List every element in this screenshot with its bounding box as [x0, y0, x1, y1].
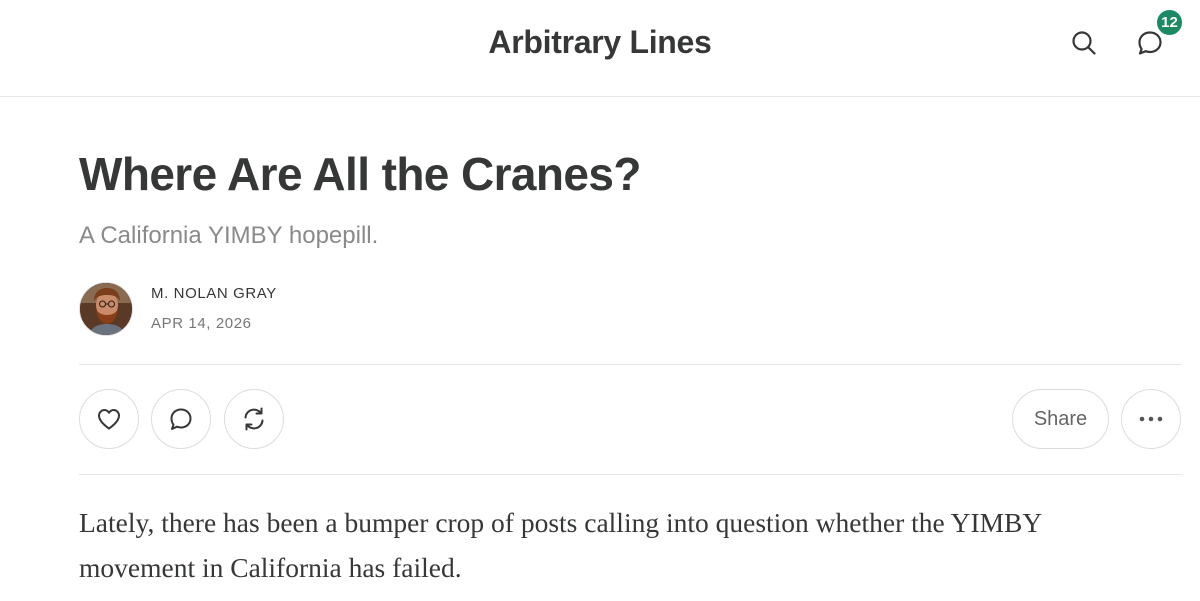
more-options-button[interactable] — [1121, 389, 1181, 449]
comment-button[interactable] — [151, 389, 211, 449]
post-subtitle: A California YIMBY hopepill. — [79, 222, 379, 249]
ellipsis-icon — [1139, 416, 1163, 422]
post-title: Where Are All the Cranes? — [79, 148, 641, 200]
author-photo — [80, 283, 132, 335]
post-body-paragraph: Lately, there has been a bumper crop of … — [79, 507, 1042, 583]
like-button[interactable] — [79, 389, 139, 449]
search-icon — [1072, 31, 1096, 55]
site-title[interactable]: Arbitrary Lines — [0, 21, 1200, 63]
author-avatar[interactable] — [79, 282, 133, 336]
post-date: APR 14, 2026 — [151, 315, 252, 332]
author-name[interactable]: M. NOLAN GRAY — [151, 285, 277, 303]
comment-icon — [170, 408, 192, 430]
restack-icon — [244, 407, 264, 431]
divider-top — [79, 364, 1182, 365]
notification-badge[interactable]: 12 — [1154, 7, 1185, 38]
divider-bottom — [79, 474, 1182, 475]
top-bar: Arbitrary Lines 12 — [0, 0, 1200, 97]
restack-button[interactable] — [224, 389, 284, 449]
search-button[interactable] — [1068, 27, 1100, 59]
heart-icon — [98, 409, 120, 430]
share-button[interactable]: Share — [1012, 389, 1109, 449]
